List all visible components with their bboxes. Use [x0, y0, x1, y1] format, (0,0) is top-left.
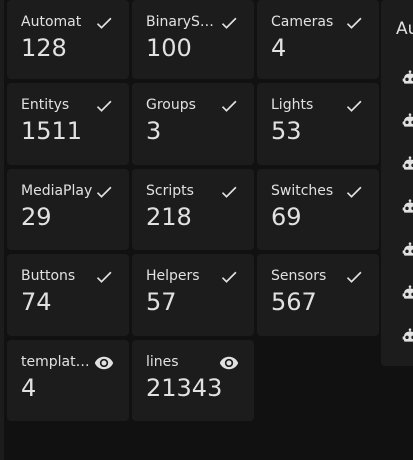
- tile-value: 4: [21, 374, 37, 402]
- tile-label: Sensors: [271, 268, 327, 284]
- tile-helpers[interactable]: Helpers 57: [132, 254, 254, 336]
- tile-lines[interactable]: lines 21343: [132, 340, 254, 421]
- check-icon: [221, 271, 237, 283]
- tile-lights[interactable]: Lights 53: [257, 83, 379, 165]
- tile-automations[interactable]: Automat 128: [7, 0, 129, 79]
- tile-value: 21343: [146, 374, 223, 402]
- tile-switches[interactable]: Switches 69: [257, 169, 379, 250]
- tile-label: Buttons: [21, 268, 76, 284]
- tile-binary-sensors[interactable]: BinarySe… 100: [132, 0, 254, 79]
- tile-groups[interactable]: Groups 3: [132, 83, 254, 165]
- tile-media-players[interactable]: MediaPlay 29: [7, 169, 129, 250]
- tile-label: Scripts: [146, 183, 194, 199]
- tile-label: template…: [21, 354, 96, 370]
- check-icon: [96, 271, 112, 283]
- tile-label: Cameras: [271, 14, 334, 30]
- check-icon: [346, 17, 362, 29]
- tile-buttons[interactable]: Buttons 74: [7, 254, 129, 336]
- card-title: Au: [396, 19, 413, 39]
- check-icon: [96, 100, 112, 112]
- tile-entities[interactable]: Entitys 1511: [7, 83, 129, 165]
- tile-value: 53: [271, 117, 302, 145]
- tile-value: 74: [21, 288, 52, 316]
- tile-value: 29: [21, 203, 52, 231]
- tile-label: Groups: [146, 97, 196, 113]
- tile-cameras[interactable]: Cameras 4: [257, 0, 379, 79]
- robot-icon[interactable]: [402, 68, 413, 86]
- left-card-edge: [0, 0, 4, 460]
- dashboard: Automat 128 BinarySe… 100 Cameras 4 Enti…: [0, 0, 413, 460]
- tile-value: 218: [146, 203, 192, 231]
- tile-label: Automat: [21, 14, 82, 30]
- tile-label: Switches: [271, 183, 334, 199]
- automations-list-card: Au: [381, 0, 413, 366]
- tile-value: 4: [271, 34, 287, 62]
- check-icon: [96, 186, 112, 198]
- tile-scripts[interactable]: Scripts 218: [132, 169, 254, 250]
- eye-icon: [94, 356, 114, 370]
- check-icon: [346, 186, 362, 198]
- tile-label: MediaPlay: [21, 183, 93, 199]
- tile-value: 1511: [21, 117, 83, 145]
- tile-value: 69: [271, 203, 302, 231]
- tile-sensors[interactable]: Sensors 567: [257, 254, 379, 336]
- robot-icon[interactable]: [402, 326, 413, 344]
- tile-value: 100: [146, 34, 192, 62]
- tile-value: 567: [271, 288, 317, 316]
- tile-label: Lights: [271, 97, 314, 113]
- tile-templates[interactable]: template… 4: [7, 340, 129, 421]
- robot-icon[interactable]: [402, 240, 413, 258]
- robot-icon[interactable]: [402, 111, 413, 129]
- check-icon: [221, 100, 237, 112]
- tile-value: 3: [146, 117, 162, 145]
- check-icon: [221, 186, 237, 198]
- tile-label: Helpers: [146, 268, 200, 284]
- tile-label: lines: [146, 354, 179, 370]
- tile-value: 57: [146, 288, 177, 316]
- tile-value: 128: [21, 34, 67, 62]
- tile-label: BinarySe…: [146, 14, 221, 30]
- eye-icon: [219, 356, 239, 370]
- robot-icon[interactable]: [402, 197, 413, 215]
- check-icon: [96, 17, 112, 29]
- tile-label: Entitys: [21, 97, 70, 113]
- check-icon: [346, 100, 362, 112]
- robot-icon[interactable]: [402, 283, 413, 301]
- check-icon: [346, 271, 362, 283]
- robot-icon[interactable]: [402, 154, 413, 172]
- check-icon: [221, 17, 237, 29]
